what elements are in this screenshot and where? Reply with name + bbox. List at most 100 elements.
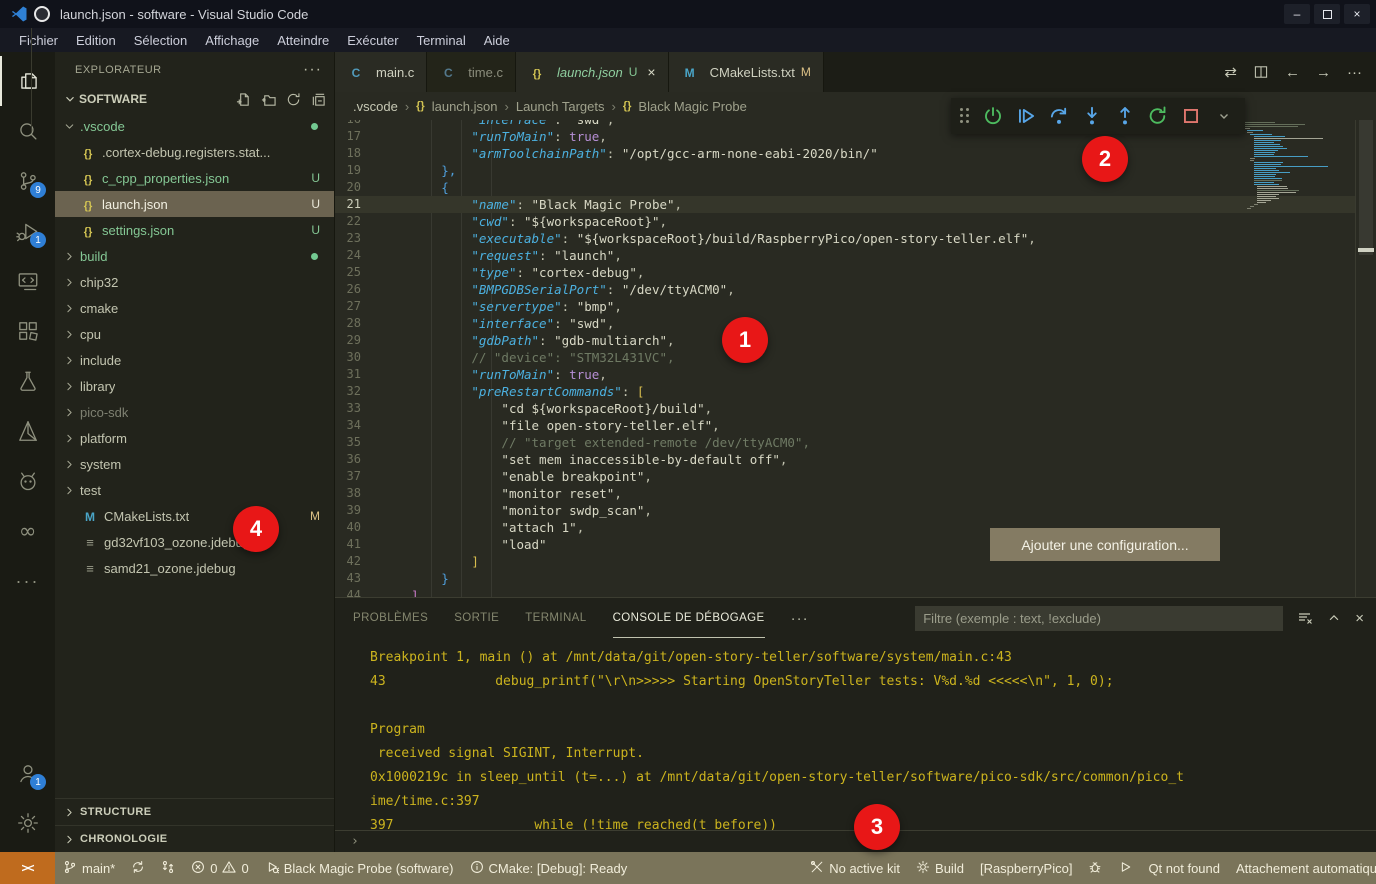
status-item-branch[interactable]: main*	[55, 852, 123, 884]
code-line-30[interactable]: 30 // "device": "STM32L431VC",	[335, 349, 1355, 366]
status-item-attachement-automatique[interactable]: Attachement automatique	[1228, 852, 1376, 884]
debug-session-dropdown-icon[interactable]	[1211, 103, 1237, 129]
code-line-38[interactable]: 38 "monitor reset",	[335, 485, 1355, 502]
code-line-36[interactable]: 36 "set mem inaccessible-by-default off"…	[335, 451, 1355, 468]
tree-item-pico-sdk[interactable]: pico-sdk	[55, 399, 334, 425]
activity-testing[interactable]	[0, 356, 55, 406]
tree-item-c-cpp-properties-json[interactable]: {}c_cpp_properties.jsonU	[55, 165, 334, 191]
more-actions-icon[interactable]: ···	[303, 61, 322, 79]
go-forward-icon[interactable]: →	[1316, 64, 1331, 81]
tree-item-vscode[interactable]: .vscode	[55, 113, 334, 139]
menu-fichier[interactable]: Fichier	[10, 33, 67, 48]
status-item-qt-not-found[interactable]: Qt not found	[1140, 852, 1228, 884]
menu-edition[interactable]: Edition	[67, 33, 125, 48]
maximize-panel-icon[interactable]	[1327, 611, 1341, 625]
tree-item-cpu[interactable]: cpu	[55, 321, 334, 347]
section-structure[interactable]: STRUCTURE	[55, 798, 334, 825]
code-line-21[interactable]: 21 "name": "Black Magic Probe",	[335, 196, 1355, 213]
console-filter-input[interactable]	[915, 606, 1283, 631]
step-over-button[interactable]	[1046, 103, 1072, 129]
restart-button[interactable]	[1145, 103, 1171, 129]
activity-explorer[interactable]	[0, 56, 55, 106]
maximize-button[interactable]	[1314, 4, 1340, 24]
code-line-31[interactable]: 31 "runToMain": true,	[335, 366, 1355, 383]
continue-button[interactable]	[1013, 103, 1039, 129]
code-line-43[interactable]: 43 }	[335, 570, 1355, 587]
code-line-26[interactable]: 26 "BMPGDBSerialPort": "/dev/ttyACM0",	[335, 281, 1355, 298]
activity-remote-explorer[interactable]	[0, 256, 55, 306]
code-line-32[interactable]: 32 "preRestartCommands": [	[335, 383, 1355, 400]
tree-item-system[interactable]: system	[55, 451, 334, 477]
code-line-39[interactable]: 39 "monitor swdp_scan",	[335, 502, 1355, 519]
status-item-tools[interactable]: No active kit	[802, 852, 908, 884]
code-line-22[interactable]: 22 "cwd": "${workspaceRoot}",	[335, 213, 1355, 230]
code-line-23[interactable]: 23 "executable": "${workspaceRoot}/build…	[335, 230, 1355, 247]
status-item-sync[interactable]	[123, 852, 153, 884]
menu-terminal[interactable]: Terminal	[408, 33, 475, 48]
breadcrumb-item[interactable]: Black Magic Probe	[638, 99, 746, 114]
tree-item-settings-json[interactable]: {}settings.jsonU	[55, 217, 334, 243]
activity-run-debug[interactable]: 1	[0, 206, 55, 256]
more-panel-tabs-icon[interactable]: ···	[791, 610, 809, 627]
panel-tab-sortie[interactable]: SORTIE	[454, 598, 499, 638]
tree-item-cortex-debug-registers-stat[interactable]: {}.cortex-debug.registers.stat...	[55, 139, 334, 165]
collapse-all-icon[interactable]	[311, 92, 326, 107]
power-button[interactable]	[980, 103, 1006, 129]
code-line-27[interactable]: 27 "servertype": "bmp",	[335, 298, 1355, 315]
tab-cmakelists-txt[interactable]: MCMakeLists.txtM	[669, 52, 824, 92]
tree-item-include[interactable]: include	[55, 347, 334, 373]
menu-s-lection[interactable]: Sélection	[125, 33, 196, 48]
panel-tab-terminal[interactable]: TERMINAL	[525, 598, 586, 638]
code-editor[interactable]: 16 "interface": "swd",17 "runToMain": tr…	[335, 120, 1376, 597]
clear-console-icon[interactable]	[1297, 610, 1313, 626]
minimap[interactable]	[1243, 122, 1355, 597]
close-button[interactable]: ×	[1344, 4, 1370, 24]
tab-time-c[interactable]: Ctime.c	[427, 52, 516, 92]
activity-extensions[interactable]	[0, 306, 55, 356]
add-configuration-button[interactable]: Ajouter une configuration...	[990, 528, 1220, 561]
scrollbar-thumb[interactable]	[1359, 120, 1373, 255]
status-item-info[interactable]: CMake: [Debug]: Ready	[462, 852, 636, 884]
vertical-scrollbar[interactable]	[1355, 120, 1376, 597]
code-line-44[interactable]: 44 ]	[335, 587, 1355, 597]
status-item-bug[interactable]	[1080, 852, 1110, 884]
panel-tab-console-de-d-bogage[interactable]: CONSOLE DE DÉBOGAGE	[613, 598, 765, 638]
breadcrumb-item[interactable]: .vscode	[353, 99, 398, 114]
menu-affichage[interactable]: Affichage	[196, 33, 268, 48]
code-line-35[interactable]: 35 // "target extended-remote /dev/ttyAC…	[335, 434, 1355, 451]
menu-ex-cuter[interactable]: Exécuter	[338, 33, 407, 48]
code-line-33[interactable]: 33 "cd ${workspaceRoot}/build",	[335, 400, 1355, 417]
code-line-25[interactable]: 25 "type": "cortex-debug",	[335, 264, 1355, 281]
status-item-play[interactable]	[1110, 852, 1140, 884]
activity-cmake[interactable]	[0, 406, 55, 456]
code-line-20[interactable]: 20 {	[335, 179, 1355, 196]
panel-tab-probl-mes[interactable]: PROBLÈMES	[353, 598, 428, 638]
tab-launch-json[interactable]: {}launch.jsonU×	[516, 52, 669, 92]
tree-item-test[interactable]: test	[55, 477, 334, 503]
tree-item-library[interactable]: library	[55, 373, 334, 399]
breadcrumb-item[interactable]: Launch Targets	[516, 99, 605, 114]
status-item-gear[interactable]: Build	[908, 852, 972, 884]
activity-more[interactable]: ···	[0, 556, 55, 606]
code-line-29[interactable]: 29 "gdbPath": "gdb-multiarch",	[335, 332, 1355, 349]
activity-source-control[interactable]: 9	[0, 156, 55, 206]
code-line-24[interactable]: 24 "request": "launch",	[335, 247, 1355, 264]
tree-item-chip32[interactable]: chip32	[55, 269, 334, 295]
activity-settings[interactable]	[0, 798, 55, 848]
remote-indicator[interactable]: ><	[0, 852, 55, 884]
minimize-button[interactable]: –	[1284, 4, 1310, 24]
close-tab-icon[interactable]: ×	[647, 64, 655, 80]
activity-alien-extension[interactable]	[0, 456, 55, 506]
tree-item-samd21-ozone-jdebug[interactable]: ≡samd21_ozone.jdebug	[55, 555, 334, 581]
code-line-28[interactable]: 28 "interface": "swd",	[335, 315, 1355, 332]
status-item-problems[interactable]: 00	[183, 852, 256, 884]
tree-item-gd32vf103-ozone-jdebug[interactable]: ≡gd32vf103_ozone.jdebug	[55, 529, 334, 555]
step-into-button[interactable]	[1079, 103, 1105, 129]
stop-button[interactable]	[1178, 103, 1204, 129]
status-item-debug[interactable]: Black Magic Probe (software)	[257, 852, 462, 884]
code-line-19[interactable]: 19 },	[335, 162, 1355, 179]
go-back-icon[interactable]: ←	[1285, 64, 1300, 81]
tab-main-c[interactable]: Cmain.c	[335, 52, 427, 92]
split-editor-icon[interactable]	[1253, 64, 1269, 80]
status-item-raspberrypico[interactable]: [RaspberryPico]	[972, 852, 1080, 884]
